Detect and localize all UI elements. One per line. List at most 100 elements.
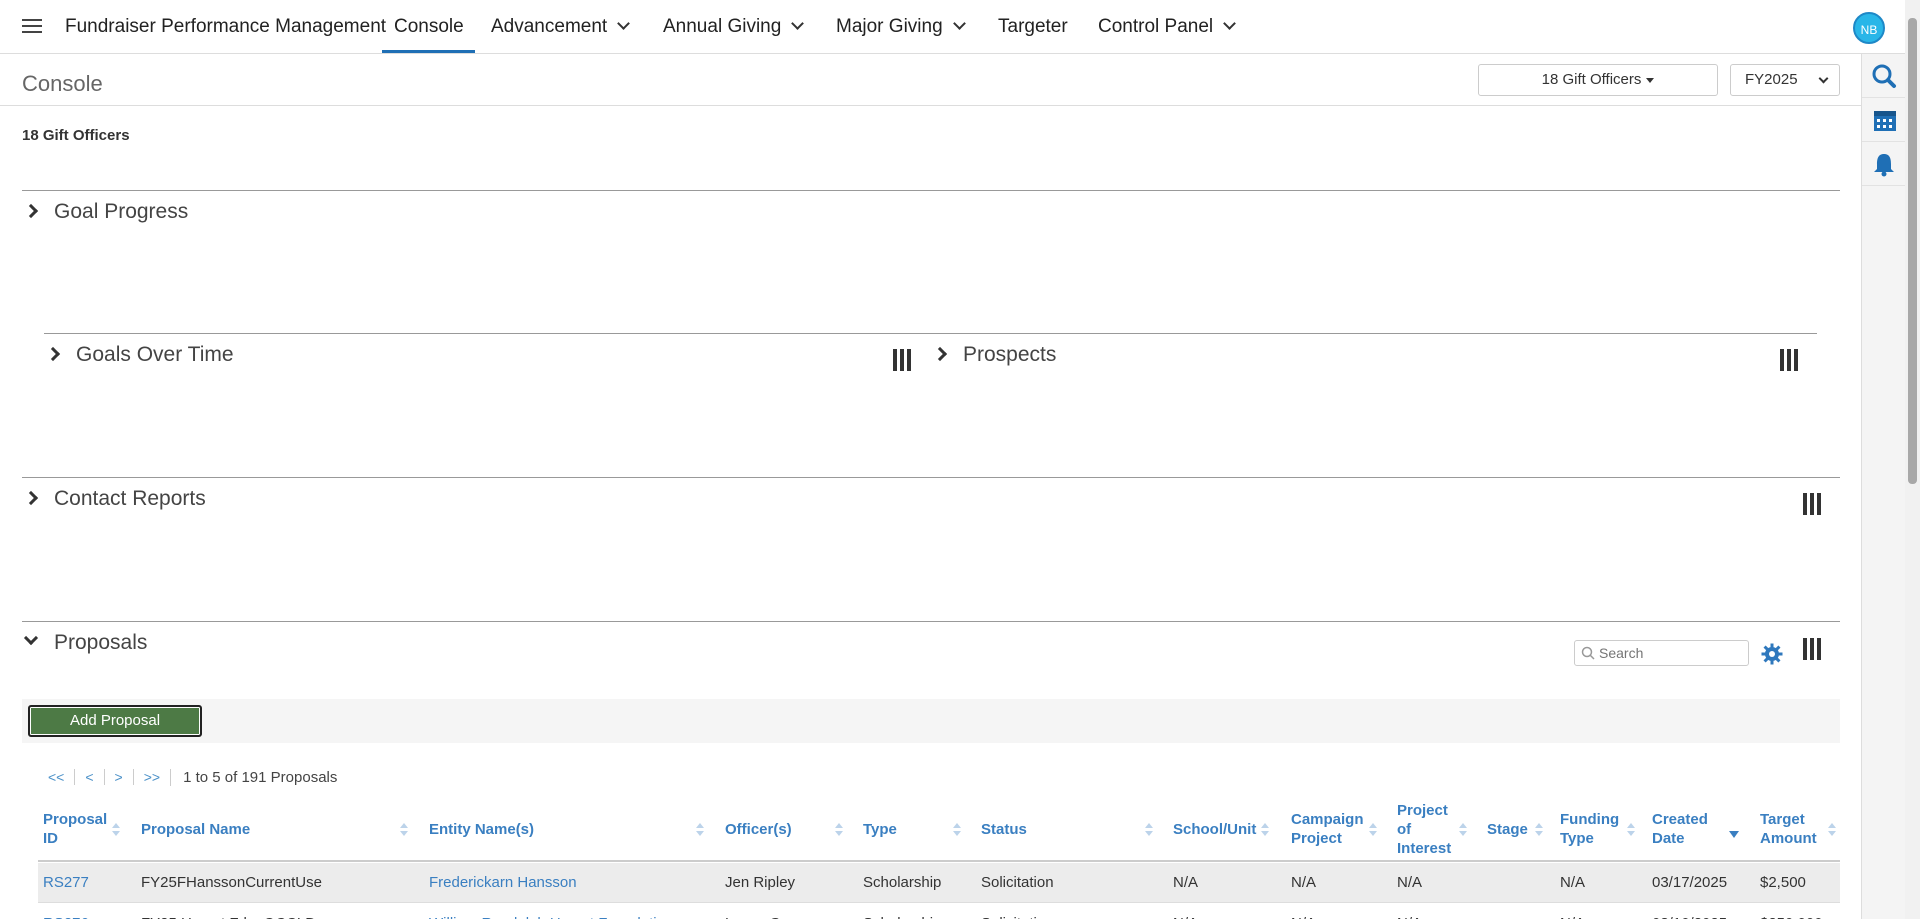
pagination: << < > >> 1 to 5 of 191 Proposals [40, 769, 337, 786]
sort-icon[interactable] [1459, 823, 1467, 837]
chevron-down-icon [1223, 17, 1236, 30]
sort-icon[interactable] [400, 823, 408, 837]
gift-officers-dropdown[interactable]: 18 Gift Officers [1478, 64, 1718, 96]
chevron-right-icon [45, 346, 61, 362]
status-cell: Solicitation [981, 874, 1054, 891]
section-divider [22, 190, 1840, 191]
column-layout-icon[interactable] [1803, 493, 1823, 515]
chevron-down-icon [791, 17, 805, 30]
sort-icon[interactable] [1145, 823, 1153, 837]
section-proposals[interactable]: Proposals [23, 630, 147, 655]
pagination-info: 1 to 5 of 191 Proposals [170, 769, 337, 786]
sort-icon[interactable] [835, 823, 843, 837]
nav-console[interactable]: Console [382, 16, 475, 53]
proposals-table-header: Proposal ID Proposal Name Entity Name(s)… [38, 796, 1840, 862]
column-header-project-of-interest[interactable]: Project of Interest [1397, 796, 1461, 862]
sort-icon[interactable] [1627, 823, 1635, 837]
hamburger-menu-icon[interactable] [22, 19, 42, 35]
section-goals-over-time[interactable]: Goals Over Time [45, 343, 234, 367]
column-header-status[interactable]: Status [981, 796, 1027, 862]
column-header-created-date[interactable]: Created Date [1652, 796, 1716, 862]
column-header-entity-names[interactable]: Entity Name(s) [429, 796, 534, 862]
section-divider [44, 333, 1817, 334]
nav-annual-giving[interactable]: Annual Giving [663, 16, 805, 38]
proposal-id-link[interactable]: RS277 [43, 863, 89, 903]
sort-icon[interactable] [1261, 823, 1269, 837]
officer-cell: Jen Ripley [725, 874, 796, 891]
nav-control-panel[interactable]: Control Panel [1098, 16, 1236, 38]
chevron-down-icon [952, 17, 966, 30]
campaign-project-cell: N/A [1291, 874, 1317, 891]
officer-cell: Lucas Garza [725, 904, 810, 919]
column-header-school-unit[interactable]: School/Unit [1173, 796, 1256, 862]
sort-icon[interactable] [1828, 823, 1836, 837]
column-header-officers[interactable]: Officer(s) [725, 796, 792, 862]
sort-icon[interactable] [112, 823, 120, 837]
school-unit-cell: N/A [1173, 874, 1199, 891]
proposal-name-cell: FY25FHanssonCurrentUse [141, 874, 322, 891]
entity-name-link[interactable]: Frederickarn Hansson [429, 863, 577, 903]
created-date-cell: 03/17/2025 [1652, 874, 1728, 891]
sort-icon[interactable] [1369, 823, 1377, 837]
sort-icon[interactable] [953, 823, 961, 837]
section-prospects[interactable]: Prospects [932, 343, 1056, 367]
next-page-link[interactable]: > [103, 769, 133, 785]
section-divider [22, 621, 1840, 622]
chevron-down-icon [617, 17, 631, 30]
column-layout-icon[interactable] [893, 349, 913, 371]
add-proposal-button[interactable]: Add Proposal [28, 705, 202, 737]
sort-icon[interactable] [696, 823, 704, 837]
column-header-funding-type[interactable]: Funding Type [1560, 796, 1628, 862]
fiscal-year-select[interactable]: FY2025 [1730, 64, 1840, 96]
chevron-right-icon [23, 203, 39, 219]
user-avatar[interactable]: NB [1853, 12, 1885, 44]
officer-count-heading: 18 Gift Officers [22, 127, 130, 144]
created-date-cell: 03/10/2025 [1652, 904, 1727, 919]
bell-icon[interactable] [1862, 142, 1906, 186]
section-divider [22, 477, 1840, 478]
column-header-campaign-project[interactable]: Campaign Project [1291, 796, 1367, 862]
page-scrollbar[interactable] [1905, 0, 1920, 919]
proposal-id-link[interactable]: RS276 [43, 904, 89, 919]
prev-page-link[interactable]: < [74, 769, 103, 785]
column-header-stage[interactable]: Stage [1487, 796, 1528, 862]
app-title[interactable]: Fundraiser Performance Management [65, 16, 386, 38]
sort-icon[interactable] [1535, 823, 1543, 837]
proposals-toolbar: Add Proposal [22, 699, 1840, 743]
nav-advancement[interactable]: Advancement [491, 16, 631, 38]
proposal-name-cell: FY25 Hearst Fdn. OCCLD [141, 904, 411, 919]
entity-name-link[interactable]: William Randolph Hearst Foundation [429, 904, 709, 919]
section-goal-progress[interactable]: Goal Progress [23, 200, 188, 224]
column-header-type[interactable]: Type [863, 796, 897, 862]
project-of-interest-cell: N/A [1397, 874, 1423, 891]
column-layout-icon[interactable] [1780, 349, 1800, 371]
column-header-target-amount[interactable]: Target Amount [1760, 796, 1826, 862]
last-page-link[interactable]: >> [132, 769, 170, 785]
search-icon[interactable] [1862, 54, 1906, 98]
proposals-search-input[interactable] [1574, 640, 1749, 666]
first-page-link[interactable]: << [40, 769, 74, 785]
calendar-icon[interactable] [1862, 98, 1906, 142]
status-cell: Solicitation [981, 904, 1054, 919]
project-of-interest-cell: N/A [1397, 904, 1422, 919]
caret-down-icon [1646, 77, 1655, 83]
scrollbar-thumb[interactable] [1908, 18, 1917, 484]
nav-targeter[interactable]: Targeter [998, 16, 1068, 38]
column-layout-icon[interactable] [1803, 638, 1823, 660]
school-unit-cell: N/A [1173, 904, 1198, 919]
target-amount-cell: $250,000 [1760, 904, 1823, 919]
chevron-right-icon [932, 346, 948, 362]
chevron-down-icon [23, 630, 39, 646]
type-cell: Scholarship [863, 874, 942, 891]
column-header-proposal-id[interactable]: Proposal ID [43, 796, 107, 862]
sort-desc-icon[interactable] [1729, 823, 1739, 838]
chevron-down-icon [1818, 73, 1829, 84]
type-cell: Scholarship [863, 904, 941, 919]
nav-major-giving[interactable]: Major Giving [836, 16, 966, 38]
column-header-proposal-name[interactable]: Proposal Name [141, 796, 250, 862]
section-contact-reports[interactable]: Contact Reports [23, 487, 206, 511]
page-title: Console [22, 71, 103, 96]
table-row[interactable]: RS277 FY25FHanssonCurrentUse Frederickar… [38, 863, 1840, 903]
gear-icon[interactable] [1760, 642, 1784, 666]
table-row[interactable]: RS276 FY25 Hearst Fdn. OCCLD William Ran… [38, 904, 1840, 919]
